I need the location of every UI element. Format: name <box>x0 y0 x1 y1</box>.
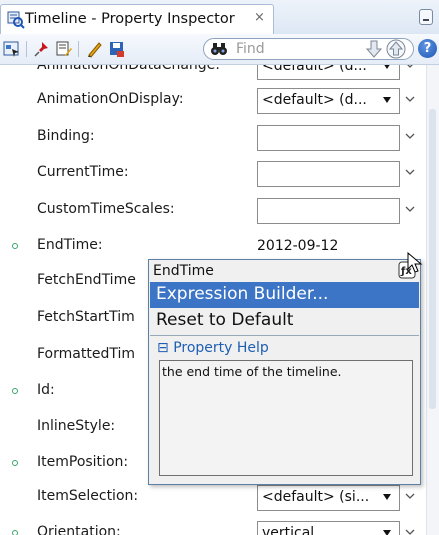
minimize-window-button[interactable] <box>419 9 433 25</box>
chevron-down-icon[interactable] <box>404 130 416 142</box>
tab-property-inspector[interactable]: Timeline - Property Inspector × <box>0 4 274 34</box>
property-input[interactable] <box>257 125 400 151</box>
scrollbar-thumb[interactable] <box>429 109 436 409</box>
property-value: <default> (si... <box>262 489 370 505</box>
find-previous-icon[interactable] <box>386 39 406 59</box>
tab-strip: Timeline - Property Inspector × <box>0 0 439 35</box>
property-help-heading: Property Help <box>173 340 269 356</box>
property-label: FetchStartTim <box>37 309 135 325</box>
property-dropdown[interactable]: vertical <box>257 521 400 535</box>
select-element-icon[interactable] <box>3 40 21 58</box>
property-input[interactable]: 2012-09-12 <box>257 234 400 260</box>
dropdown-arrow-icon <box>383 65 391 69</box>
mouse-cursor-icon <box>407 252 423 273</box>
property-dropdown[interactable]: <default> (si... <box>257 485 400 511</box>
property-help-text: the end time of the timeline. <box>162 364 342 379</box>
chevron-down-icon[interactable] <box>404 203 416 215</box>
property-label: FetchEndTime <box>37 272 136 288</box>
chevron-down-icon[interactable] <box>404 166 416 178</box>
property-label: CurrentTime: <box>37 164 129 180</box>
property-label: FormattedTim <box>37 346 135 362</box>
pencil-icon[interactable] <box>86 40 104 58</box>
chevron-down-icon[interactable] <box>404 65 416 71</box>
menu-item-label: Expression Builder... <box>156 284 329 304</box>
chevron-down-icon[interactable] <box>404 490 416 502</box>
property-label: ItemPosition: <box>37 454 129 470</box>
property-help-toggle[interactable]: ⊟ Property Help <box>157 340 269 356</box>
property-row: CurrentTime: <box>0 155 426 191</box>
collapse-icon: ⊟ <box>157 340 169 356</box>
pin-icon[interactable] <box>33 40 51 58</box>
property-row: Binding: <box>0 119 426 155</box>
property-value: <default> (d... <box>262 65 367 74</box>
menu-item-expression-builder[interactable]: Expression Builder... <box>150 282 419 308</box>
dropdown-arrow-icon <box>383 97 391 103</box>
property-label: EndTime: <box>37 237 103 253</box>
property-value: <default> (d... <box>262 92 367 108</box>
property-value: vertical <box>262 525 315 535</box>
close-icon[interactable]: × <box>254 10 265 25</box>
modified-indicator-icon <box>12 388 18 394</box>
menu-divider <box>150 335 419 336</box>
property-help-box: the end time of the timeline. <box>159 360 413 476</box>
save-icon[interactable] <box>108 40 126 58</box>
menu-item-reset-to-default[interactable]: Reset to Default <box>156 310 293 330</box>
dropdown-arrow-icon <box>383 530 391 535</box>
vertical-scrollbar[interactable] <box>426 65 439 535</box>
dropdown-arrow-icon <box>383 494 391 500</box>
property-dropdown[interactable]: <default> (d... <box>257 88 400 114</box>
property-label: Orientation: <box>37 524 121 535</box>
toolbar: ? <box>0 34 439 65</box>
modified-indicator-icon <box>12 530 18 535</box>
property-label: AnimationOnDataChange: <box>37 65 221 73</box>
modified-indicator-icon <box>12 243 18 249</box>
property-value: 2012-09-12 <box>257 238 339 254</box>
property-row: Orientation: vertical <box>0 515 426 535</box>
property-dropdown[interactable]: <default> (d... <box>257 65 400 80</box>
toolbar-separator <box>26 41 27 57</box>
property-label: CustomTimeScales: <box>37 201 175 217</box>
property-inspector-icon <box>7 11 25 29</box>
property-input[interactable] <box>257 161 400 187</box>
property-label: InlineStyle: <box>37 418 116 434</box>
property-label: Id: <box>37 382 55 398</box>
help-button[interactable]: ? <box>418 39 437 58</box>
binoculars-icon <box>211 43 227 55</box>
modified-indicator-icon <box>12 460 18 466</box>
popup-title: EndTime <box>153 263 214 279</box>
find-next-icon[interactable] <box>366 40 382 58</box>
property-input[interactable] <box>257 198 400 224</box>
find-input[interactable] <box>236 40 346 58</box>
property-row: AnimationOnDisplay: <default> (d... <box>0 82 426 118</box>
toolbar-separator <box>78 41 79 57</box>
property-label: Binding: <box>37 128 95 144</box>
chevron-down-icon[interactable] <box>404 526 416 535</box>
property-row: CustomTimeScales: <box>0 192 426 228</box>
property-label: AnimationOnDisplay: <box>37 91 184 107</box>
tab-title: Timeline - Property Inspector <box>25 11 235 27</box>
property-context-popup: EndTime ƒx Expression Builder... Reset t… <box>148 259 421 485</box>
property-label: ItemSelection: <box>37 488 139 504</box>
edit-properties-icon[interactable] <box>55 40 73 58</box>
chevron-down-icon[interactable] <box>404 93 416 105</box>
find-box <box>203 38 414 60</box>
